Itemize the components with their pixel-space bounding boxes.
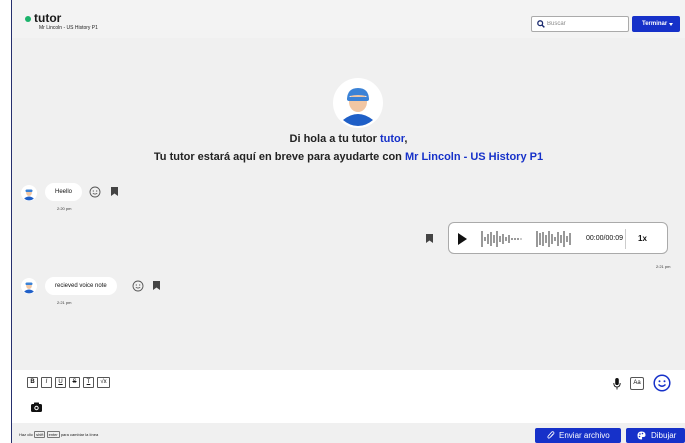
camera-icon[interactable] (31, 402, 42, 412)
bold-button[interactable]: B (27, 377, 38, 388)
welcome-subtext: Tu tutor estará aquí en breve para ayuda… (12, 151, 685, 163)
chat-header: tutor Mr Lincoln - US History P1 Termina… (12, 0, 685, 38)
message-bubble: Heello (45, 183, 83, 201)
smiley-icon[interactable] (132, 280, 144, 292)
tutor-avatar-icon (333, 78, 383, 128)
underline-button[interactable]: U (55, 377, 66, 388)
draw-label: Dibujar (651, 431, 677, 440)
search-box[interactable] (531, 16, 629, 32)
hint-prefix: Haz clic (19, 432, 35, 437)
tutor-avatar-icon (21, 185, 37, 201)
message-time: 2:21 pm (656, 264, 671, 269)
search-icon (537, 20, 545, 28)
class-subtitle: Mr Lincoln - US History P1 (39, 25, 98, 31)
waveform-icon[interactable] (481, 229, 579, 249)
greeting-punct: , (404, 133, 408, 145)
end-session-button[interactable]: Terminar (632, 16, 680, 32)
line-break-hint: Haz clic shift enter para cambiar la lín… (19, 431, 98, 438)
voice-note-duration: 00:00/00:09 (586, 235, 623, 242)
mic-icon[interactable] (613, 378, 621, 390)
welcome-greeting: Di hola a tu tutor tutor, (12, 133, 685, 145)
send-file-button[interactable]: Enviar archivo (535, 428, 621, 443)
greeting-tutor-name: tutor (379, 133, 405, 145)
draw-button[interactable]: Dibujar (626, 428, 685, 443)
message-composer[interactable]: B I U S T √x Aa (12, 370, 685, 423)
chat-app: tutor Mr Lincoln - US History P1 Termina… (12, 0, 685, 443)
palette-icon (637, 431, 646, 440)
message-time: 2:20 pm (57, 206, 72, 211)
smiley-icon[interactable] (89, 186, 101, 198)
playback-speed-button[interactable]: 1x (638, 234, 647, 243)
search-input[interactable] (547, 18, 627, 30)
shift-key-badge: shift (34, 431, 46, 438)
footer-bar: Haz clic shift enter para cambiar la lín… (12, 423, 685, 443)
emoji-icon[interactable] (653, 374, 671, 392)
welcome-subtext-prefix: Tu tutor estará aquí en breve para ayuda… (153, 151, 405, 163)
message-time: 2:21 pm (57, 300, 72, 305)
tutor-avatar-icon (21, 278, 37, 294)
clear-format-button[interactable]: T (83, 377, 94, 388)
send-file-label: Enviar archivo (559, 431, 610, 440)
enter-key-badge: enter (46, 431, 60, 438)
online-status-dot (25, 16, 31, 22)
welcome-class-name: Mr Lincoln - US History P1 (404, 151, 544, 163)
strikethrough-button[interactable]: S (69, 377, 80, 388)
formula-button[interactable]: √x (97, 377, 110, 388)
greeting-text: Di hola a tu tutor (289, 133, 380, 145)
hint-suffix: para cambiar la línea (59, 432, 99, 437)
caret-down-icon (669, 23, 673, 26)
tutor-name: tutor (34, 11, 62, 25)
paperclip-icon (547, 431, 555, 439)
italic-button[interactable]: I (41, 377, 52, 388)
message-bubble: recieved voice note (45, 277, 117, 295)
bookmark-icon[interactable] (111, 187, 118, 196)
voice-note-player[interactable]: 00:00/00:09 1x (448, 222, 668, 254)
divider (625, 229, 626, 249)
bookmark-icon[interactable] (153, 281, 160, 290)
play-icon[interactable] (458, 233, 467, 245)
bookmark-icon[interactable] (426, 234, 433, 243)
end-session-label: Terminar (642, 21, 668, 27)
font-size-button[interactable]: Aa (630, 377, 644, 390)
